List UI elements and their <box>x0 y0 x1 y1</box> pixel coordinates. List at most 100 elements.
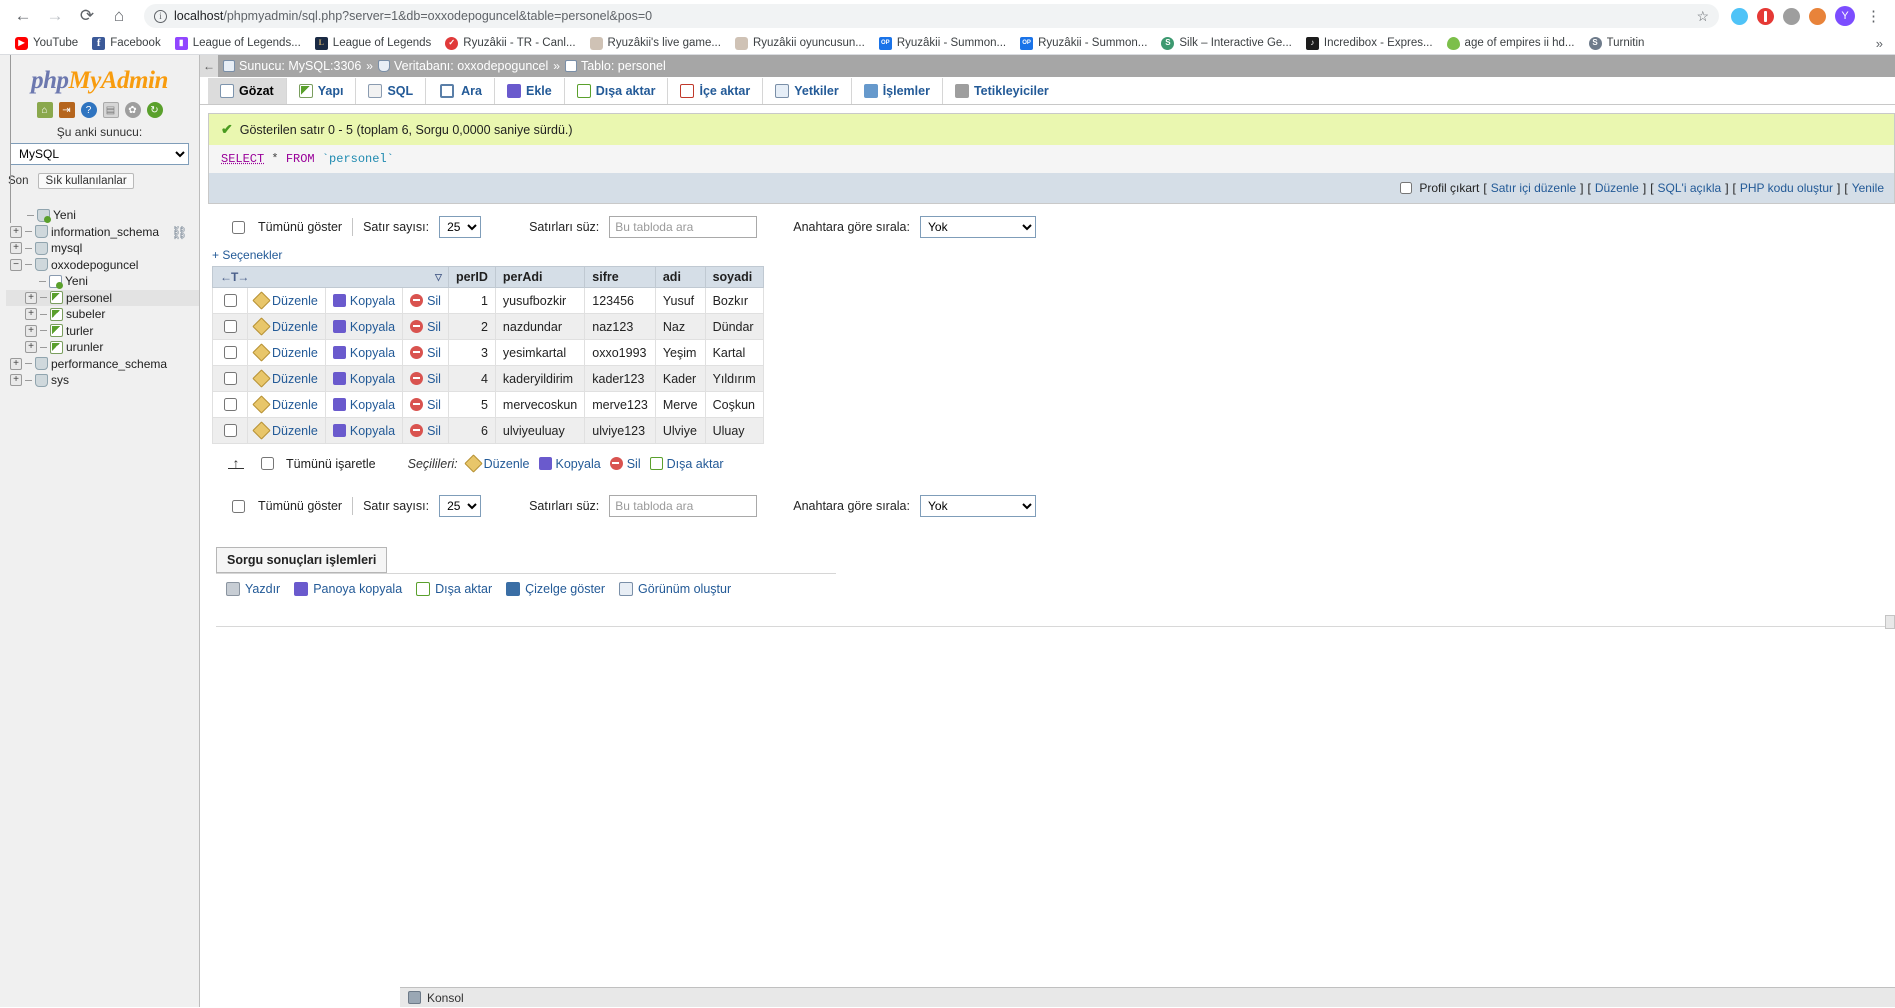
tab-structure[interactable]: Yapı <box>287 78 357 104</box>
selected-copy-link[interactable]: Kopyala <box>556 457 601 471</box>
create-php-code-link[interactable]: PHP kodu oluştur <box>1740 181 1833 195</box>
copy-link[interactable]: Kopyala <box>350 320 395 334</box>
row-copy-cell[interactable]: Kopyala <box>325 314 402 340</box>
home-button[interactable]: ⌂ <box>106 3 132 29</box>
row-edit-cell[interactable]: Düzenle <box>248 392 326 418</box>
bookmark-item[interactable]: fFacebook <box>85 35 168 52</box>
breadcrumb-back-button[interactable]: ← <box>200 55 218 77</box>
breadcrumb-database[interactable]: Veritabanı: oxxodepoguncel <box>378 59 548 73</box>
back-button[interactable]: ← <box>10 3 36 29</box>
row-copy-cell[interactable]: Kopyala <box>325 418 402 444</box>
row-checkbox[interactable] <box>224 424 237 437</box>
display-chart-action[interactable]: Çizelge göster <box>506 582 605 596</box>
tree-item-urunler[interactable]: + urunler <box>6 339 199 356</box>
expand-icon[interactable]: + <box>25 308 37 320</box>
extension-blue-icon[interactable] <box>1731 8 1748 25</box>
delete-link[interactable]: Sil <box>427 320 441 334</box>
extension-grey-icon[interactable] <box>1783 8 1800 25</box>
copy-to-clipboard-link[interactable]: Panoya kopyala <box>313 582 402 596</box>
check-all-checkbox[interactable] <box>261 457 274 470</box>
edit-link[interactable]: Düzenle <box>272 346 318 360</box>
expand-icon[interactable]: + <box>10 242 22 254</box>
row-checkbox-cell[interactable] <box>213 418 248 444</box>
column-header-adi[interactable]: adi <box>655 267 705 288</box>
delete-link[interactable]: Sil <box>427 346 441 360</box>
tree-item-mysql[interactable]: + mysql <box>6 240 199 257</box>
table-row[interactable]: Düzenle Kopyala Sil 1 yusufbozkir 123456… <box>213 288 764 314</box>
row-edit-cell[interactable]: Düzenle <box>248 418 326 444</box>
expand-icon[interactable]: + <box>10 374 22 386</box>
tree-item-new-db[interactable]: Yeni <box>6 207 199 224</box>
bookmark-item[interactable]: ▮League of Legends... <box>168 35 308 52</box>
selected-export-link[interactable]: Dışa aktar <box>667 457 724 471</box>
docs-icon[interactable]: ▤ <box>103 102 119 118</box>
tree-item-new-table[interactable]: Yeni <box>6 273 199 290</box>
logout-icon[interactable]: ⇥ <box>59 102 75 118</box>
sort-by-key-select-bottom[interactable]: Yok <box>920 495 1036 517</box>
row-copy-cell[interactable]: Kopyala <box>325 366 402 392</box>
show-all-checkbox-top[interactable] <box>232 221 245 234</box>
row-checkbox[interactable] <box>224 294 237 307</box>
tab-export[interactable]: Dışa aktar <box>565 78 669 104</box>
home-icon[interactable]: ⌂ <box>37 102 53 118</box>
rows-per-page-select-top[interactable]: 25 <box>439 216 481 238</box>
bookmark-item[interactable]: ▶YouTube <box>8 35 85 52</box>
edit-link[interactable]: Düzenle <box>272 372 318 386</box>
expand-icon[interactable]: + <box>25 341 37 353</box>
bookmark-item[interactable]: OPRyuzâkii - Summon... <box>1013 35 1154 52</box>
row-delete-cell[interactable]: Sil <box>403 340 449 366</box>
selected-delete-link[interactable]: Sil <box>627 457 641 471</box>
delete-link[interactable]: Sil <box>427 372 441 386</box>
row-checkbox[interactable] <box>224 320 237 333</box>
profile-avatar[interactable]: Y <box>1835 6 1855 26</box>
bookmark-item[interactable]: ♪Incredibox - Expres... <box>1299 35 1440 52</box>
row-checkbox-cell[interactable] <box>213 340 248 366</box>
extension-adblock-icon[interactable] <box>1757 8 1774 25</box>
tab-triggers[interactable]: Tetikleyiciler <box>943 78 1061 104</box>
filter-rows-input-bottom[interactable] <box>609 495 757 517</box>
inline-edit-link[interactable]: Satır içi düzenle <box>1491 181 1576 195</box>
row-edit-cell[interactable]: Düzenle <box>248 366 326 392</box>
copy-link[interactable]: Kopyala <box>350 372 395 386</box>
extension-orange-icon[interactable] <box>1809 8 1826 25</box>
forward-button[interactable]: → <box>42 3 68 29</box>
select-all-arrow-icon[interactable]: ↑ <box>224 458 248 469</box>
tree-item-information-schema[interactable]: + information_schema <box>6 224 199 241</box>
export-action[interactable]: Dışa aktar <box>416 582 492 596</box>
tab-sql[interactable]: SQL <box>356 78 426 104</box>
row-actions-header[interactable]: ←T→ ▽ <box>213 267 449 288</box>
table-row[interactable]: Düzenle Kopyala Sil 6 ulviyeuluay ulviye… <box>213 418 764 444</box>
tree-item-performance-schema[interactable]: + performance_schema <box>6 356 199 373</box>
row-delete-cell[interactable]: Sil <box>403 418 449 444</box>
tab-privileges[interactable]: Yetkiler <box>763 78 851 104</box>
row-edit-cell[interactable]: Düzenle <box>248 288 326 314</box>
table-row[interactable]: Düzenle Kopyala Sil 5 mervecoskun merve1… <box>213 392 764 418</box>
copy-link[interactable]: Kopyala <box>350 424 395 438</box>
bookmark-item[interactable]: age of empires ii hd... <box>1440 35 1582 52</box>
create-view-action[interactable]: Görünüm oluştur <box>619 582 731 596</box>
row-edit-cell[interactable]: Düzenle <box>248 340 326 366</box>
row-delete-cell[interactable]: Sil <box>403 288 449 314</box>
bookmark-item[interactable]: SSilk – Interactive Ge... <box>1154 35 1299 52</box>
table-row[interactable]: Düzenle Kopyala Sil 2 nazdundar naz123 N… <box>213 314 764 340</box>
profile-checkbox[interactable] <box>1400 182 1412 194</box>
row-checkbox-cell[interactable] <box>213 366 248 392</box>
tree-item-subeler[interactable]: + subeler <box>6 306 199 323</box>
export-link[interactable]: Dışa aktar <box>435 582 492 596</box>
edit-link[interactable]: Düzenle <box>1595 181 1639 195</box>
delete-link[interactable]: Sil <box>427 424 441 438</box>
tab-import[interactable]: İçe aktar <box>668 78 763 104</box>
expand-icon[interactable]: + <box>10 226 22 238</box>
reload-icon[interactable]: ↻ <box>147 102 163 118</box>
breadcrumb-table[interactable]: Tablo: personel <box>565 59 666 73</box>
expand-icon[interactable]: + <box>10 358 22 370</box>
site-info-icon[interactable]: i <box>154 10 167 23</box>
bookmarks-overflow-icon[interactable]: » <box>1876 36 1887 51</box>
show-all-checkbox-bottom[interactable] <box>232 500 245 513</box>
favorites-button[interactable]: Sık kullanılanlar <box>38 173 133 189</box>
row-copy-cell[interactable]: Kopyala <box>325 288 402 314</box>
selected-delete-action[interactable]: Sil <box>610 457 641 471</box>
row-checkbox-cell[interactable] <box>213 314 248 340</box>
print-link[interactable]: Yazdır <box>245 582 280 596</box>
row-delete-cell[interactable]: Sil <box>403 314 449 340</box>
